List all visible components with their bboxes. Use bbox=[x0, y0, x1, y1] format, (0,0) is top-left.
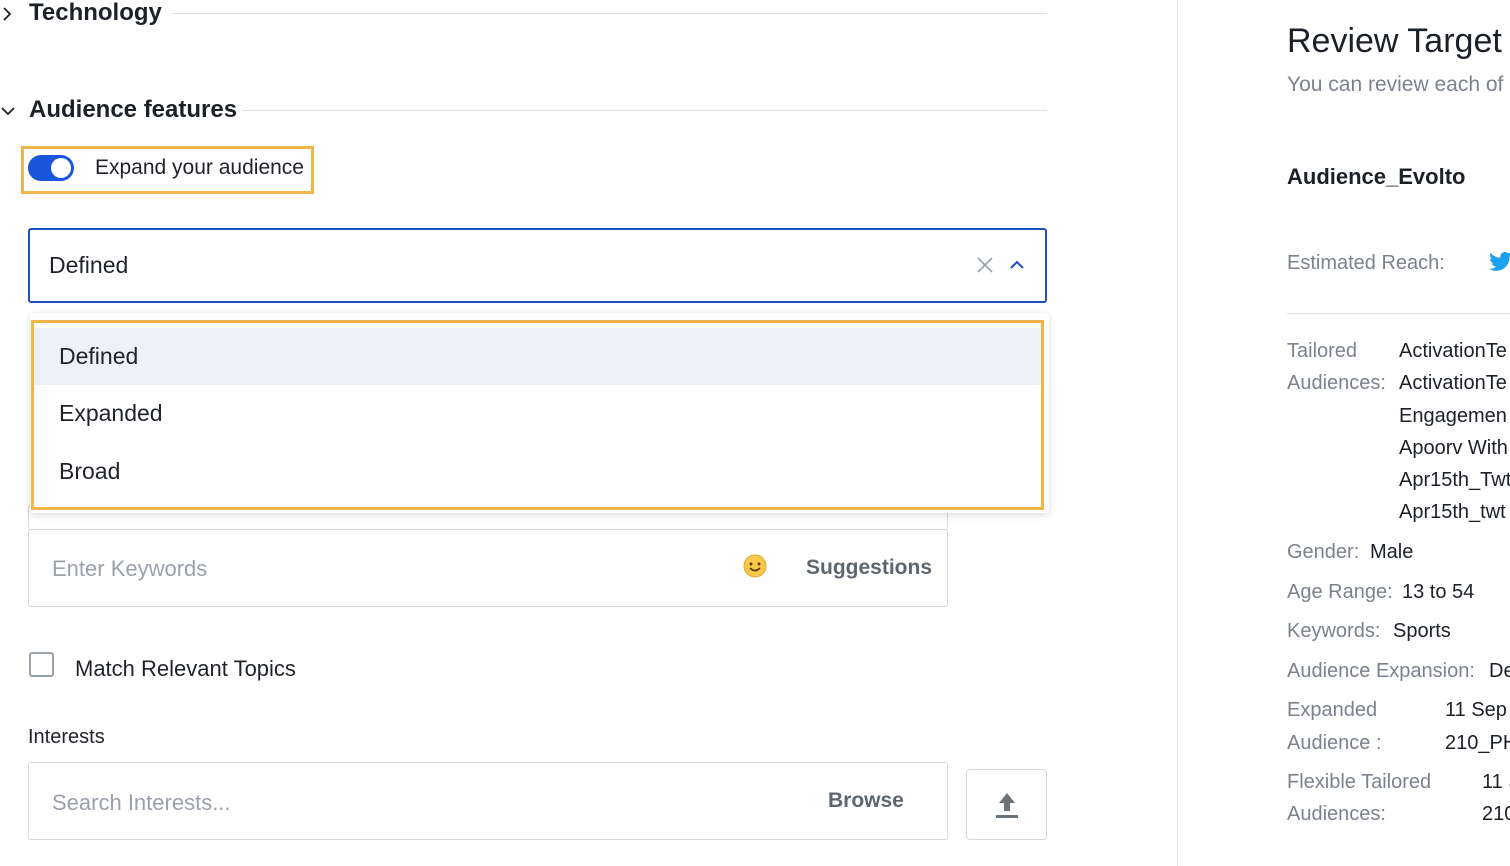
gender-value: Male bbox=[1370, 541, 1414, 563]
review-subtitle: You can review each of bbox=[1287, 73, 1504, 96]
keywords-input[interactable]: Enter Keywords Suggestions bbox=[28, 529, 948, 607]
expanded-audience-label-1: Expanded bbox=[1287, 699, 1378, 721]
flexible-tailored-value: 11 S bbox=[1482, 771, 1510, 793]
interests-search-input[interactable]: Search Interests... Browse bbox=[28, 762, 948, 840]
expanded-audience-label-2: Audience : bbox=[1287, 732, 1382, 754]
expanded-audience-value: 11 Sep bbox=[1445, 699, 1507, 721]
audience-expansion-select[interactable]: Defined bbox=[28, 228, 1047, 303]
review-title: Review Target bbox=[1287, 22, 1502, 60]
upload-button[interactable] bbox=[966, 769, 1047, 840]
gender-label: Gender: bbox=[1287, 541, 1360, 563]
expand-audience-label: Expand your audience bbox=[95, 156, 304, 179]
keywords-value: Sports bbox=[1393, 620, 1451, 642]
flexible-tailored-label-1: Flexible Tailored bbox=[1287, 771, 1432, 793]
chevron-down-icon[interactable] bbox=[0, 103, 16, 119]
keywords-label: Keywords: bbox=[1287, 620, 1381, 642]
upload-icon bbox=[996, 793, 1018, 818]
dropdown-option-broad[interactable]: Broad bbox=[34, 443, 1041, 500]
audience-features-divider bbox=[242, 110, 1047, 111]
technology-section-title[interactable]: Technology bbox=[29, 0, 162, 27]
age-range-label: Age Range: bbox=[1287, 581, 1393, 603]
twitter-bird-icon bbox=[1489, 252, 1510, 271]
audience-name: Audience_Evolto bbox=[1287, 164, 1466, 189]
smiley-emoji-icon[interactable] bbox=[743, 554, 767, 578]
dropdown-option-expanded[interactable]: Expanded bbox=[34, 385, 1041, 442]
tailored-label-1: Tailored bbox=[1287, 340, 1358, 362]
audience-expansion-value: De bbox=[1489, 660, 1510, 682]
review-divider bbox=[1287, 313, 1510, 314]
toggle-knob bbox=[51, 158, 71, 178]
keywords-placeholder: Enter Keywords bbox=[52, 556, 208, 581]
tailored-value: Apr15th_Twt bbox=[1399, 469, 1510, 491]
match-topics-label: Match Relevant Topics bbox=[75, 656, 296, 681]
audience-expansion-label: Audience Expansion: bbox=[1287, 660, 1475, 682]
flexible-tailored-value: 210 bbox=[1482, 803, 1510, 825]
tailored-label-2: Audiences: bbox=[1287, 372, 1386, 394]
tailored-value: Apoorv With bbox=[1399, 437, 1508, 459]
close-icon[interactable] bbox=[976, 256, 994, 274]
chevron-right-icon[interactable] bbox=[0, 6, 16, 22]
age-range-value: 13 to 54 bbox=[1402, 581, 1475, 603]
tailored-value: Apr15th_twt bbox=[1399, 501, 1506, 523]
estimated-reach-label: Estimated Reach: bbox=[1287, 252, 1445, 274]
dropdown-option-defined[interactable]: Defined bbox=[34, 328, 1041, 385]
browse-button[interactable]: Browse bbox=[828, 789, 904, 813]
flexible-tailored-label-2: Audiences: bbox=[1287, 803, 1386, 825]
suggestions-button[interactable]: Suggestions bbox=[806, 556, 932, 580]
match-topics-checkbox[interactable] bbox=[29, 652, 54, 677]
review-target-panel: Review Target You can review each of Aud… bbox=[1177, 0, 1510, 866]
expanded-audience-value: 210_PH bbox=[1445, 732, 1510, 754]
tailored-value: Engagemen bbox=[1399, 405, 1507, 427]
technology-divider bbox=[172, 13, 1047, 14]
chevron-up-icon[interactable] bbox=[1008, 256, 1026, 274]
tailored-value: ActivationTe bbox=[1399, 340, 1507, 362]
expand-audience-toggle[interactable] bbox=[28, 155, 74, 181]
interests-label: Interests bbox=[28, 726, 105, 748]
audience-features-section-title[interactable]: Audience features bbox=[29, 96, 237, 124]
interests-placeholder: Search Interests... bbox=[52, 790, 231, 815]
select-value: Defined bbox=[49, 252, 129, 278]
dropdown-highlight: Defined Expanded Broad bbox=[31, 320, 1044, 510]
tailored-value: ActivationTe bbox=[1399, 372, 1507, 394]
